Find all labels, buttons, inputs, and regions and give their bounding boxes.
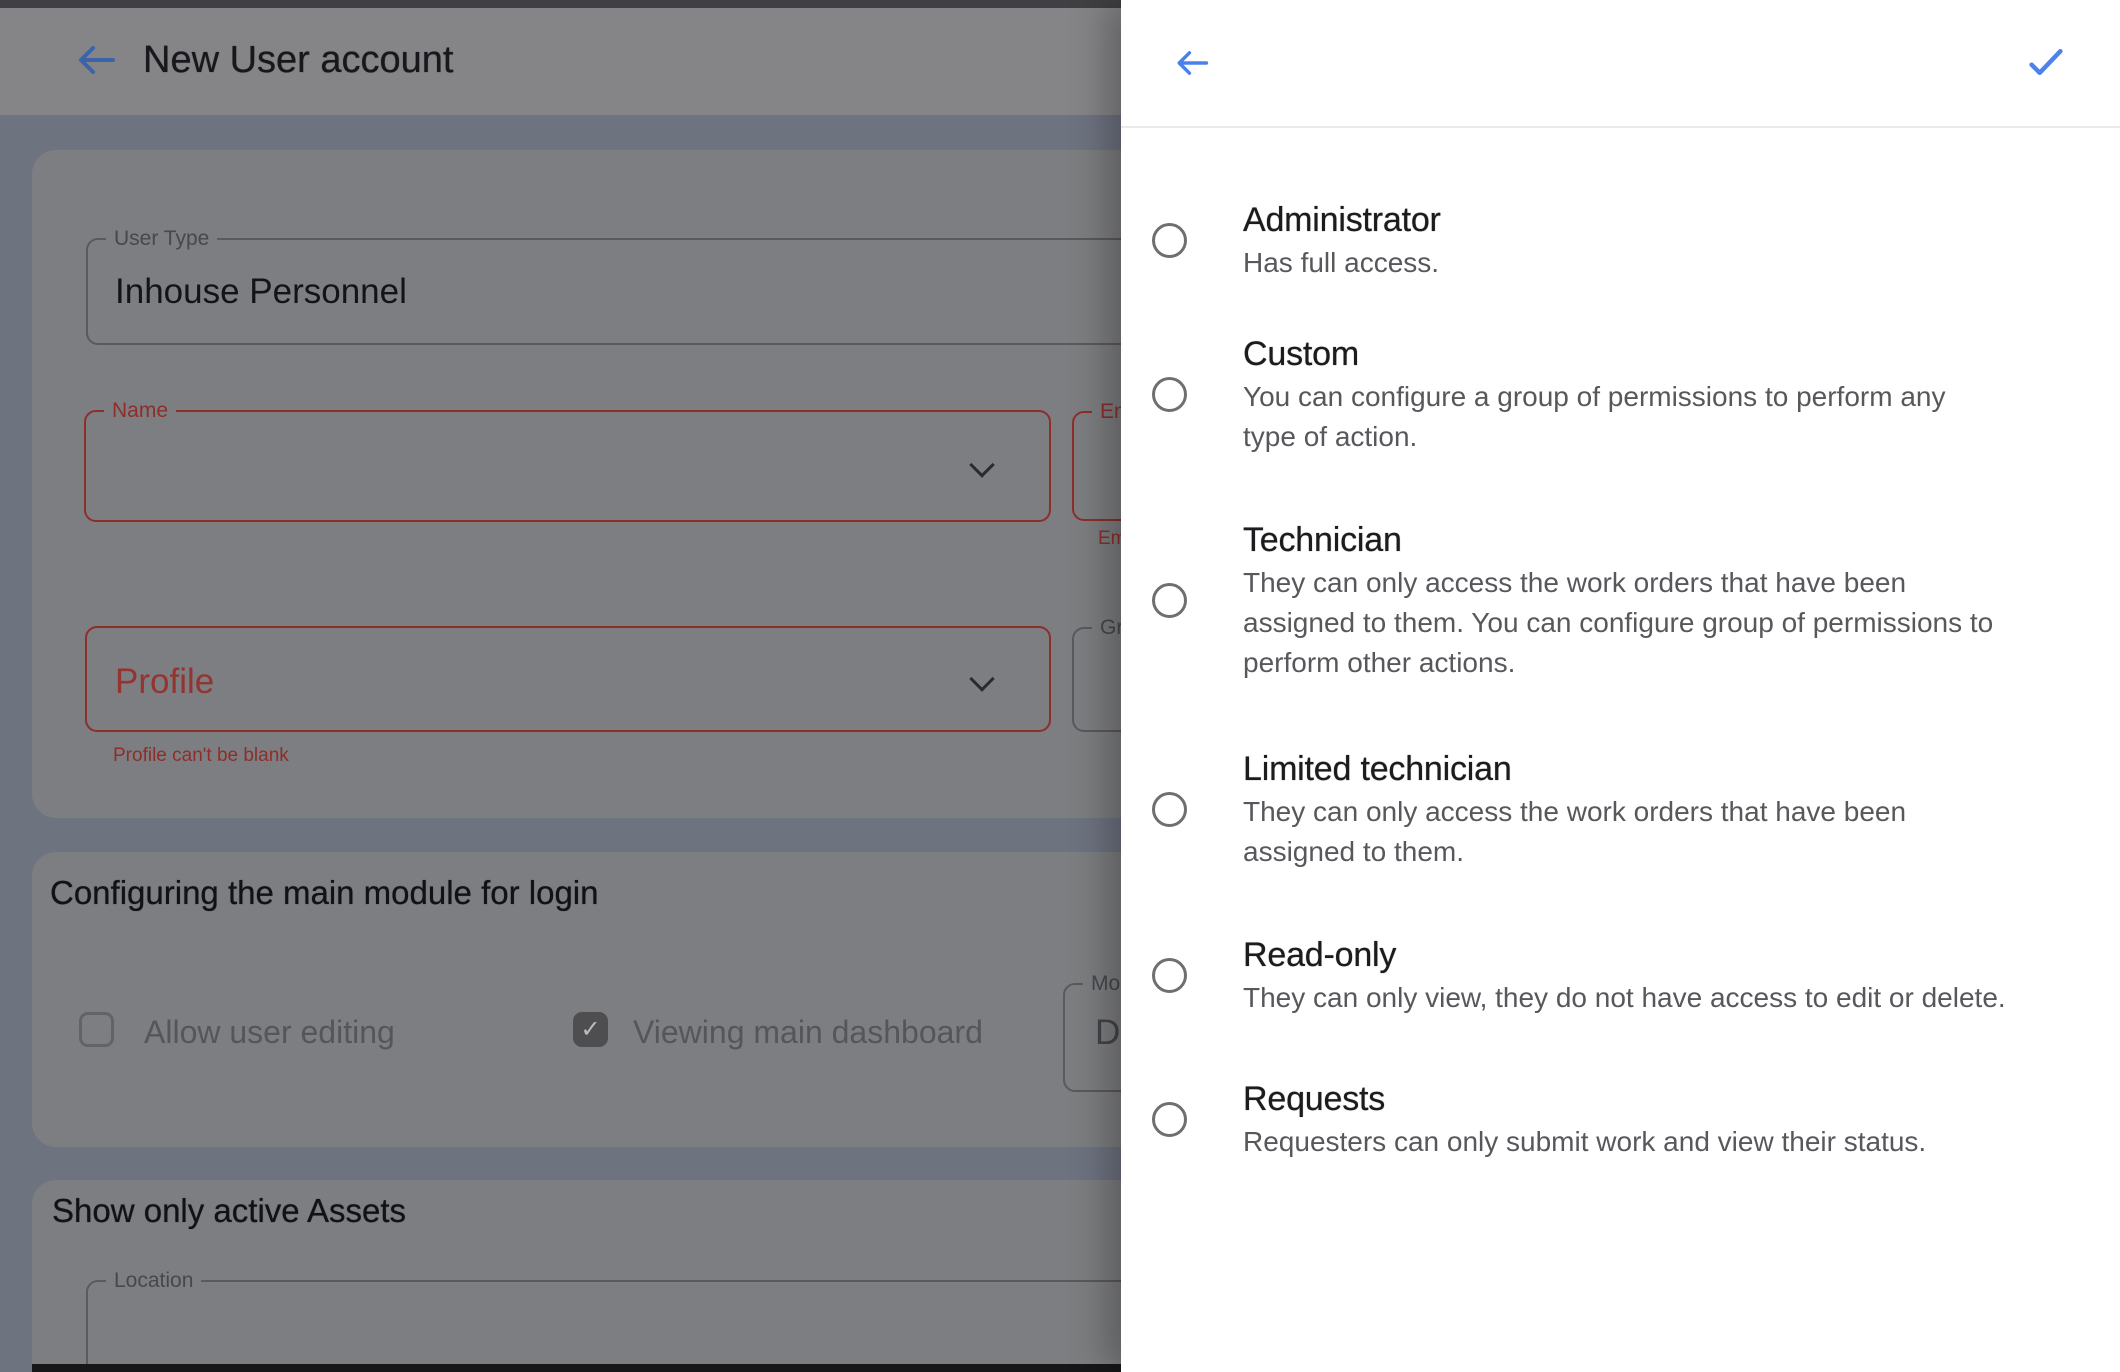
name-label: Name	[104, 398, 176, 424]
option-title: Requests	[1243, 1076, 2063, 1122]
option-title: Administrator	[1243, 197, 2063, 243]
option-description: Has full access.	[1243, 243, 2063, 283]
profile-picker-overlay: Administrator Has full access. Custom Yo…	[1121, 0, 2120, 1372]
allow-user-editing-checkbox[interactable]	[79, 1012, 114, 1047]
option-description: They can only access the work orders tha…	[1243, 563, 2063, 683]
profile-field[interactable]: Profile	[85, 626, 1051, 732]
radio-icon[interactable]	[1152, 792, 1187, 827]
back-arrow-icon[interactable]	[76, 44, 116, 76]
divider	[1121, 126, 2120, 128]
confirm-check-icon[interactable]	[2028, 46, 2064, 78]
section-heading: Show only active Assets	[52, 1192, 406, 1230]
viewing-main-dashboard-checkbox[interactable]: ✓	[573, 1012, 608, 1047]
name-field[interactable]: Name	[84, 410, 1051, 522]
option-description: They can only access the work orders tha…	[1243, 792, 2063, 872]
user-type-label: User Type	[106, 226, 217, 252]
option-limited-technician[interactable]: Limited technician They can only access …	[1152, 746, 2082, 872]
radio-icon[interactable]	[1152, 223, 1187, 258]
radio-icon[interactable]	[1152, 583, 1187, 618]
radio-icon[interactable]	[1152, 377, 1187, 412]
option-administrator[interactable]: Administrator Has full access.	[1152, 197, 2082, 283]
option-description: They can only view, they do not have acc…	[1243, 978, 2063, 1018]
chevron-down-icon[interactable]	[969, 666, 994, 691]
page-title: New User account	[143, 38, 453, 82]
viewing-main-dashboard-label: Viewing main dashboard	[633, 1014, 983, 1051]
profile-error-text: Profile can't be blank	[113, 745, 289, 767]
option-technician[interactable]: Technician They can only access the work…	[1152, 517, 2082, 683]
profile-placeholder: Profile	[115, 662, 214, 702]
location-label: Location	[106, 1268, 201, 1294]
option-title: Technician	[1243, 517, 2063, 563]
bottom-edge-strip	[32, 1364, 1121, 1372]
option-requests[interactable]: Requests Requesters can only submit work…	[1152, 1076, 2082, 1162]
radio-icon[interactable]	[1152, 958, 1187, 993]
check-icon: ✓	[580, 1015, 600, 1044]
option-description: Requesters can only submit work and view…	[1243, 1122, 2063, 1162]
option-description: You can configure a group of permissions…	[1243, 377, 2063, 457]
section-heading: Configuring the main module for login	[50, 874, 598, 912]
back-arrow-icon[interactable]	[1175, 47, 1209, 79]
user-type-value: Inhouse Personnel	[115, 272, 407, 312]
chevron-down-icon[interactable]	[969, 452, 994, 477]
allow-user-editing-label: Allow user editing	[144, 1014, 395, 1051]
radio-icon[interactable]	[1152, 1102, 1187, 1137]
option-title: Read-only	[1243, 932, 2063, 978]
option-title: Limited technician	[1243, 746, 2063, 792]
option-title: Custom	[1243, 331, 2063, 377]
option-read-only[interactable]: Read-only They can only view, they do no…	[1152, 932, 2082, 1018]
option-custom[interactable]: Custom You can configure a group of perm…	[1152, 331, 2082, 457]
app-window: New User account User Type Inhouse Perso…	[0, 0, 2120, 1372]
